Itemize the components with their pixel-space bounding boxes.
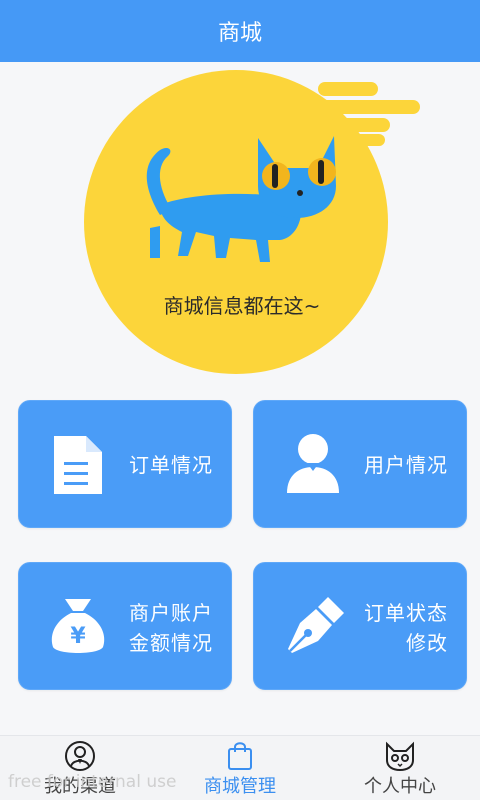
merchant-account-card-label: 商户账户 金额情况 <box>129 601 213 655</box>
bottom-tab-bar: 我的渠道 商城管理 个人中心 <box>0 735 480 800</box>
svg-text:¥: ¥ <box>70 624 86 649</box>
users-card-label: 用户情况 <box>364 453 448 477</box>
order-status-card-label: 订单状态 修改 <box>364 601 448 655</box>
orders-card-label: 订单情况 <box>129 453 213 477</box>
agent-avatar-icon <box>65 741 95 771</box>
shopping-bag-icon <box>228 742 252 770</box>
tab-mall-management-label: 商城管理 <box>204 776 276 797</box>
tab-my-channels[interactable]: 我的渠道 <box>0 736 160 800</box>
hero-caption: 商城信息都在这~ <box>164 294 321 318</box>
money-bag-icon: ¥ <box>51 599 105 653</box>
cat-face-icon <box>386 741 414 772</box>
page-title: 商城 <box>217 21 262 46</box>
hero-illustration: 商城信息都在这~ <box>84 70 420 374</box>
tab-personal-center-label: 个人中心 <box>364 776 436 797</box>
order-status-card[interactable]: 订单状态 修改 <box>253 562 467 690</box>
tab-mall-management[interactable]: 商城管理 <box>160 736 320 800</box>
pen-nib-icon <box>288 597 344 653</box>
merchant-account-card[interactable]: ¥ 商户账户 金额情况 <box>18 562 232 690</box>
tab-my-channels-label: 我的渠道 <box>44 776 116 797</box>
user-icon <box>287 434 339 493</box>
orders-card[interactable]: 订单情况 <box>18 400 232 528</box>
tab-personal-center[interactable]: 个人中心 <box>320 736 480 800</box>
app-title-bar: 商城 <box>0 0 480 62</box>
users-card[interactable]: 用户情况 <box>253 400 467 528</box>
document-icon <box>54 436 102 494</box>
